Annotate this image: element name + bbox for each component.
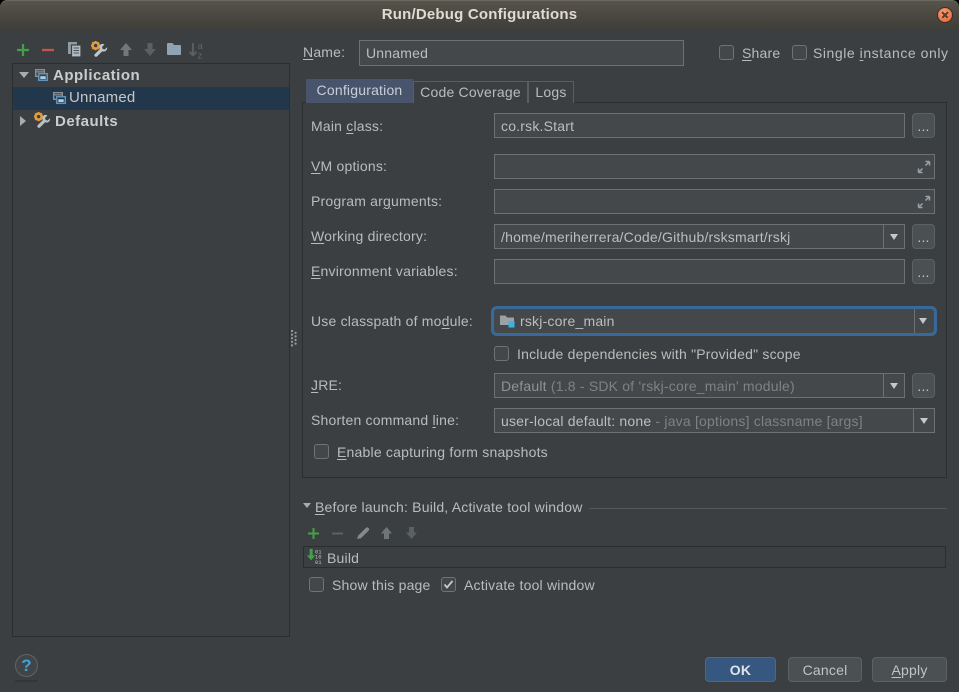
svg-text:z: z xyxy=(198,51,203,60)
svg-text:01: 01 xyxy=(315,560,322,565)
